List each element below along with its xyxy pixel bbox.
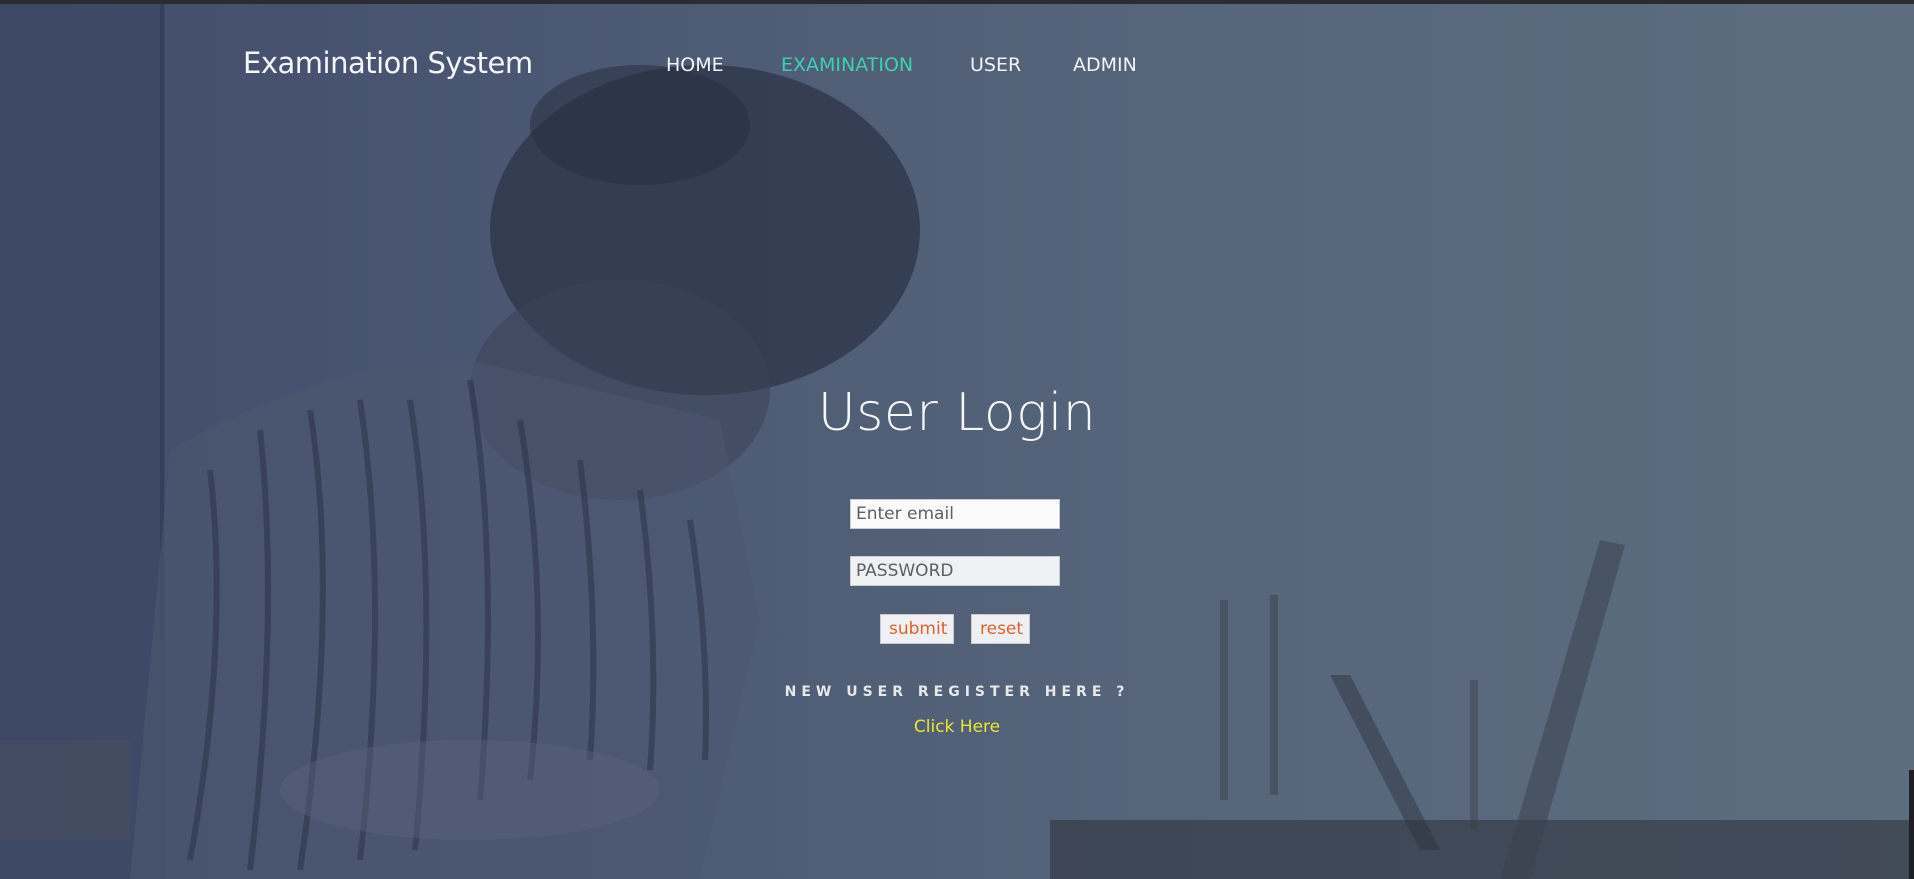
submit-button[interactable]: submit <box>880 614 954 644</box>
login-page: Examination System HOME EXAMINATION USER… <box>0 0 1914 879</box>
nav-item-examination[interactable]: EXAMINATION <box>781 54 913 76</box>
password-input[interactable] <box>850 556 1060 586</box>
nav-item-user[interactable]: USER <box>970 54 1021 76</box>
reset-button[interactable]: reset <box>971 614 1030 644</box>
register-prompt: NEW USER REGISTER HERE ? <box>784 684 1130 700</box>
register-link[interactable]: Click Here <box>0 717 1914 737</box>
nav-item-home[interactable]: HOME <box>666 54 724 76</box>
email-input[interactable] <box>850 499 1060 529</box>
login-title: User Login <box>817 383 1097 443</box>
nav-item-admin[interactable]: ADMIN <box>1073 54 1137 76</box>
brand-title[interactable]: Examination System <box>243 46 533 80</box>
scrollbar-edge <box>1909 770 1914 879</box>
top-border <box>0 0 1914 4</box>
